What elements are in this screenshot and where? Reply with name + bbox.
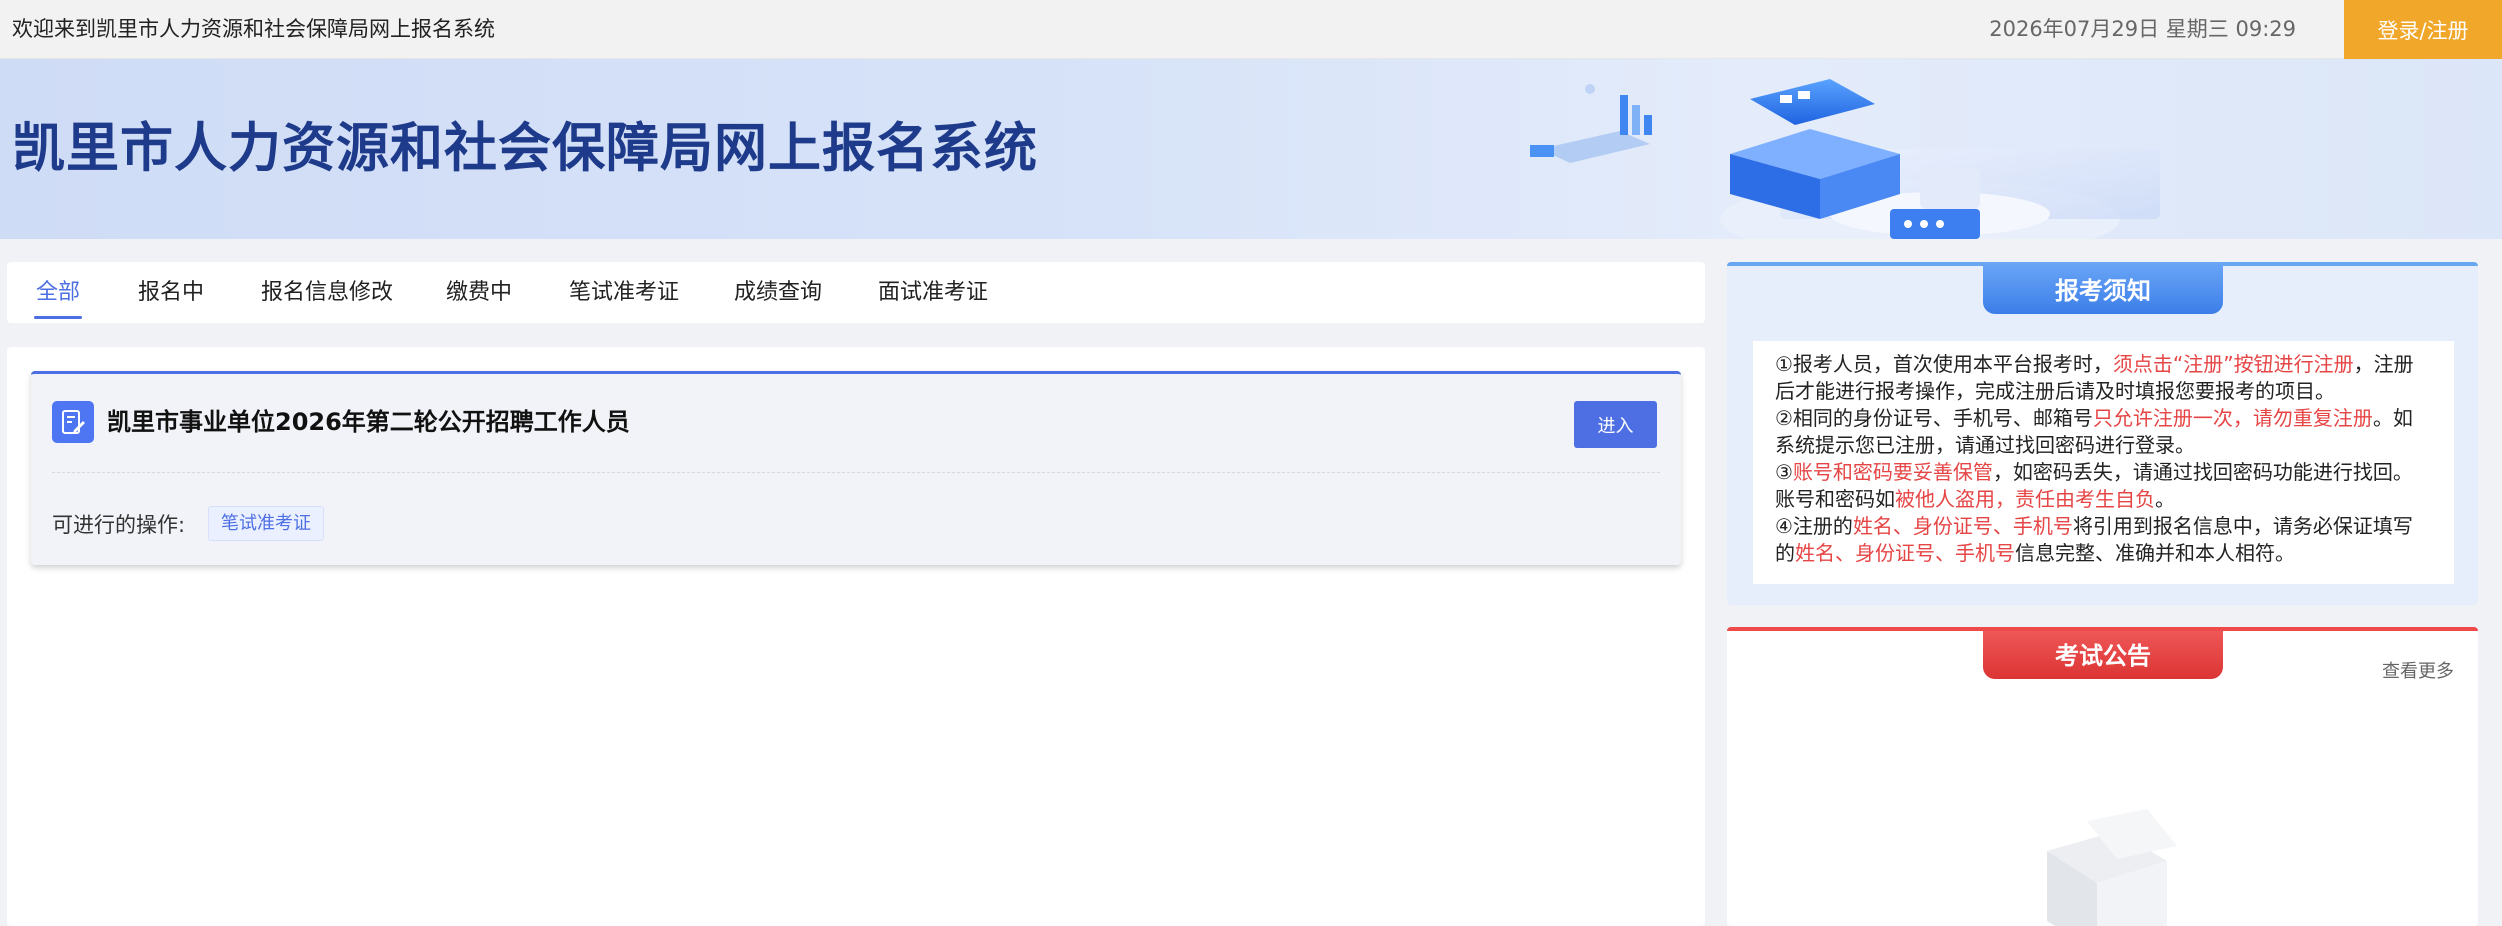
exam-list: 凯里市事业单位2026年第二轮公开招聘工作人员 进入 可进行的操作: 笔试准考证 xyxy=(7,347,1705,926)
exam-title: 凯里市事业单位2026年第二轮公开招聘工作人员 xyxy=(107,408,630,436)
header-banner: 凯里市人力资源和社会保障局网上报名系统 xyxy=(0,59,2502,239)
notice-text: ②相同的身份证号、手机号、邮箱号 xyxy=(1775,406,2093,430)
notice-text: 。 xyxy=(2155,487,2175,511)
notice-text: 信息完整、准确并和本人相符。 xyxy=(2015,541,2295,565)
notice-emphasis: 账号和密码要妥善保管 xyxy=(1792,460,1993,484)
notice-text: ③ xyxy=(1775,460,1793,484)
tab-written-admission[interactable]: 笔试准考证 xyxy=(569,262,679,323)
notice-emphasis: 只允许注册一次，请勿重复注册 xyxy=(2092,406,2373,430)
available-ops-label: 可进行的操作: xyxy=(52,513,186,537)
tab-interview-admission[interactable]: 面试准考证 xyxy=(878,262,988,323)
announce-title: 考试公告 xyxy=(1983,631,2223,679)
registration-notice: 报考须知 ①报考人员，首次使用本平台报考时，须点击“注册”按钮进行注册，注册后才… xyxy=(1727,262,2478,605)
top-bar: 欢迎来到凯里市人力资源和社会保障局网上报名系统 2026年07月29日 星期三 … xyxy=(0,0,2502,59)
login-register-button[interactable]: 登录/注册 xyxy=(2344,0,2502,59)
notice-emphasis: 姓名、身份证号、手机号 xyxy=(1795,541,2015,565)
current-datetime: 2026年07月29日 星期三 09:29 xyxy=(1989,17,2296,41)
edit-document-icon xyxy=(52,401,94,443)
notice-text: ①报考人员，首次使用本平台报考时， xyxy=(1775,352,2113,376)
site-title: 凯里市人力资源和社会保障局网上报名系统 xyxy=(12,118,1038,179)
exam-card: 凯里市事业单位2026年第二轮公开招聘工作人员 进入 可进行的操作: 笔试准考证 xyxy=(31,371,1681,565)
tab-all[interactable]: 全部 xyxy=(33,262,83,323)
exam-announcements: 考试公告 查看更多 xyxy=(1727,627,2478,926)
tab-score-query[interactable]: 成绩查询 xyxy=(734,262,822,323)
empty-box-icon xyxy=(2047,809,2177,926)
notice-emphasis: 须点击“注册”按钮进行注册 xyxy=(2112,352,2354,376)
op-written-admission-tag[interactable]: 笔试准考证 xyxy=(208,506,324,541)
notice-body: ①报考人员，首次使用本平台报考时，须点击“注册”按钮进行注册，注册后才能进行报考… xyxy=(1753,341,2454,584)
tab-info-modify[interactable]: 报名信息修改 xyxy=(261,262,393,323)
tab-payment[interactable]: 缴费中 xyxy=(446,262,512,323)
notice-emphasis: 姓名、身份证号、手机号 xyxy=(1852,514,2073,538)
banner-illustration xyxy=(1530,79,2160,239)
notice-emphasis: 被他人盗用，责任由考生自负 xyxy=(1895,487,2155,511)
notice-text: ④注册的 xyxy=(1775,514,1853,538)
enter-button[interactable]: 进入 xyxy=(1574,401,1657,448)
welcome-text: 欢迎来到凯里市人力资源和社会保障局网上报名系统 xyxy=(12,17,495,41)
tab-registering[interactable]: 报名中 xyxy=(138,262,204,323)
filter-tabs: 全部 报名中 报名信息修改 缴费中 笔试准考证 成绩查询 面试准考证 xyxy=(7,262,1705,323)
notice-title: 报考须知 xyxy=(1983,262,2223,314)
card-divider xyxy=(52,472,1660,473)
view-more-link[interactable]: 查看更多 xyxy=(2382,657,2454,683)
